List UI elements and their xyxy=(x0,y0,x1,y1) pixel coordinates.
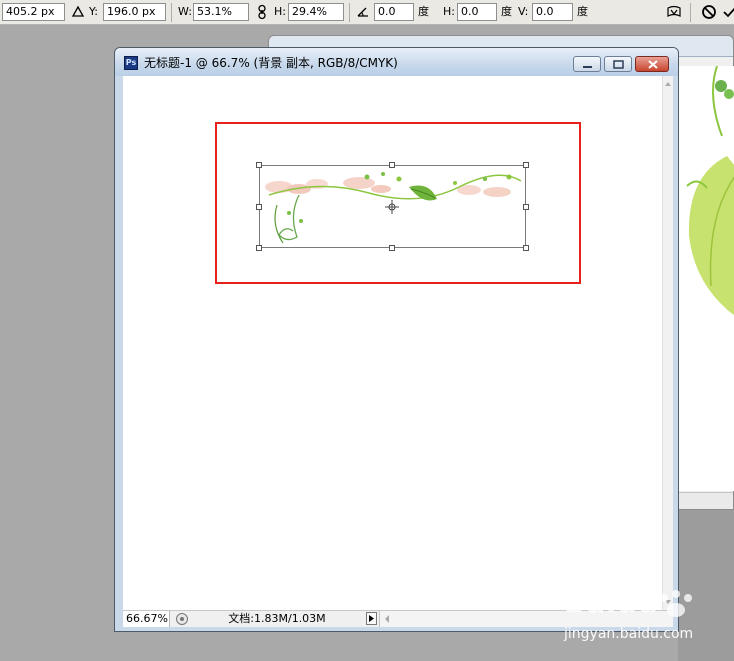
restore-icon xyxy=(613,60,624,69)
leaf-artwork xyxy=(686,65,734,316)
vertical-scrollbar[interactable] xyxy=(662,76,673,610)
link-icon[interactable] xyxy=(254,4,270,20)
divider xyxy=(171,3,172,22)
height-field[interactable]: 29.4% xyxy=(288,3,344,21)
transform-handle[interactable] xyxy=(256,204,262,210)
document-canvas[interactable] xyxy=(123,76,662,610)
close-icon xyxy=(648,60,658,69)
watermark: Baidu jingyan.baidu.com xyxy=(560,580,730,655)
skew-v-field[interactable]: 0.0 xyxy=(532,3,573,21)
x-position-field[interactable]: 405.2 px xyxy=(2,3,65,21)
minimize-icon xyxy=(583,66,592,68)
skew-h-unit: 度 xyxy=(501,5,512,18)
scroll-up-icon[interactable] xyxy=(663,79,673,89)
divider xyxy=(690,3,691,22)
transform-handle[interactable] xyxy=(389,162,395,168)
options-bar: 405.2 px Y: 196.0 px W: 53.1% H: 29.4% 0… xyxy=(0,0,734,25)
skew-h-field[interactable]: 0.0 xyxy=(457,3,497,21)
y-label: Y: xyxy=(89,5,98,18)
transform-handle[interactable] xyxy=(523,245,529,251)
angle-icon xyxy=(357,7,368,17)
transform-handle[interactable] xyxy=(523,162,529,168)
close-button[interactable] xyxy=(635,56,669,72)
play-arrow-icon xyxy=(369,615,374,622)
scroll-left-icon[interactable] xyxy=(382,612,392,626)
watermark-url: jingyan.baidu.com xyxy=(564,626,694,642)
maximize-button[interactable] xyxy=(604,56,632,72)
transform-handle[interactable] xyxy=(256,162,262,168)
height-label: H: xyxy=(274,5,286,18)
transform-handle[interactable] xyxy=(256,245,262,251)
transform-handle[interactable] xyxy=(389,245,395,251)
svg-text:Baidu: Baidu xyxy=(564,586,659,619)
zoom-level-field[interactable]: 66.67% xyxy=(123,611,170,627)
triangle-icon xyxy=(71,5,85,17)
width-label: W: xyxy=(178,5,192,18)
divider xyxy=(349,3,350,22)
rotate-field[interactable]: 0.0 xyxy=(374,3,414,21)
document-titlebar[interactable]: Ps 无标题-1 @ 66.7% (背景 副本, RGB/8/CMYK) xyxy=(115,48,678,76)
minimize-button[interactable] xyxy=(573,56,601,72)
baidu-logo: Baidu xyxy=(564,586,692,619)
background-document-canvas xyxy=(677,65,734,491)
pivot-point-icon[interactable] xyxy=(385,200,399,214)
document-title: 无标题-1 @ 66.7% (背景 副本, RGB/8/CMYK) xyxy=(144,56,398,70)
photoshop-app-icon: Ps xyxy=(124,56,138,70)
status-menu-button[interactable] xyxy=(366,612,377,625)
document-size-info: 文档:1.83M/1.03M xyxy=(228,612,326,625)
warp-icon[interactable] xyxy=(666,4,682,20)
document-window[interactable]: Ps 无标题-1 @ 66.7% (背景 副本, RGB/8/CMYK) 66.… xyxy=(114,47,679,632)
commit-check-icon[interactable] xyxy=(722,4,734,20)
cancel-icon[interactable] xyxy=(701,4,717,20)
rotate-unit: 度 xyxy=(418,5,429,18)
info-menu-icon[interactable] xyxy=(175,612,189,626)
skew-v-unit: 度 xyxy=(577,5,588,18)
transform-handle[interactable] xyxy=(523,204,529,210)
width-field[interactable]: 53.1% xyxy=(193,3,249,21)
y-position-field[interactable]: 196.0 px xyxy=(103,3,166,21)
skew-h-label: H: xyxy=(443,5,455,18)
skew-v-label: V: xyxy=(518,5,529,18)
